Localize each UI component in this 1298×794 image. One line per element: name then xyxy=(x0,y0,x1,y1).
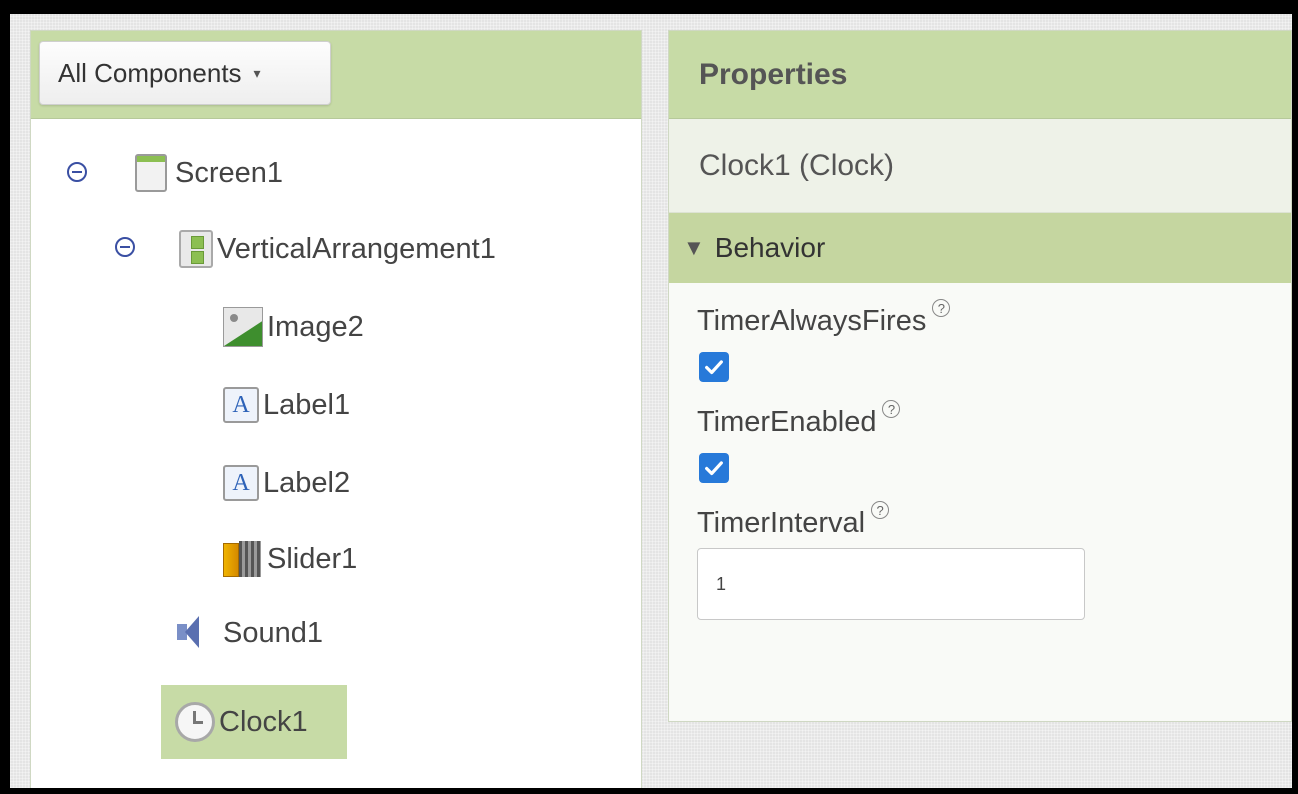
tree-item-label: Screen1 xyxy=(175,156,284,189)
property-timerinterval: TimerInterval ? xyxy=(697,501,1291,540)
slider-icon xyxy=(223,541,263,577)
property-timeralwaysfires: TimerAlwaysFires ? xyxy=(697,299,1291,338)
components-header: All Components ▾ xyxy=(31,31,641,119)
component-tree: Screen1 VerticalArrangement1 Image2 A La… xyxy=(31,119,641,788)
tree-item-sound1[interactable]: Sound1 xyxy=(175,603,323,663)
help-icon[interactable]: ? xyxy=(882,400,901,418)
chevron-down-icon: ▾ xyxy=(253,64,261,81)
help-icon[interactable]: ? xyxy=(871,501,890,519)
image-icon xyxy=(223,307,263,347)
collapse-toggle-icon[interactable] xyxy=(67,162,87,182)
help-icon[interactable]: ? xyxy=(932,299,951,317)
label-icon: A xyxy=(223,387,259,423)
app-frame: All Components ▾ Screen1 VerticalArrange… xyxy=(10,14,1292,788)
property-label: TimerInterval xyxy=(697,507,866,539)
label-icon: A xyxy=(223,465,259,501)
tree-item-label: VerticalArrangement1 xyxy=(217,232,496,265)
clock-icon xyxy=(175,702,215,742)
tree-item-label: Sound1 xyxy=(223,616,323,649)
sound-icon xyxy=(175,614,219,652)
property-label: TimerEnabled xyxy=(697,406,877,438)
collapse-toggle-icon[interactable] xyxy=(115,237,135,257)
checkmark-icon xyxy=(705,461,723,476)
screen-icon xyxy=(135,154,167,192)
checkmark-icon xyxy=(705,360,723,375)
tree-item-label: Clock1 xyxy=(219,705,308,738)
tree-item-label: Image2 xyxy=(267,310,364,343)
timerinterval-input[interactable]: 1 xyxy=(697,548,1085,620)
tree-item-label1[interactable]: A Label1 xyxy=(223,375,350,435)
tree-item-image2[interactable]: Image2 xyxy=(223,297,364,357)
collapse-triangle-icon: ▼ xyxy=(683,235,705,260)
component-title: Clock1 (Clock) xyxy=(669,119,1291,213)
all-components-dropdown[interactable]: All Components ▾ xyxy=(39,41,331,105)
components-panel: All Components ▾ Screen1 VerticalArrange… xyxy=(30,30,642,788)
dropdown-label: All Components xyxy=(58,57,242,88)
properties-header: Properties xyxy=(669,31,1291,119)
properties-panel: Properties Clock1 (Clock) ▼ Behavior Tim… xyxy=(668,30,1292,722)
tree-item-slider1[interactable]: Slider1 xyxy=(223,529,357,589)
tree-item-screen1[interactable]: Screen1 xyxy=(135,143,283,203)
vertical-arrangement-icon xyxy=(179,230,213,268)
behavior-section-header[interactable]: ▼ Behavior xyxy=(669,213,1291,283)
tree-item-verticalarrangement1[interactable]: VerticalArrangement1 xyxy=(179,219,496,279)
tree-item-clock1[interactable]: Clock1 xyxy=(161,685,347,759)
section-label: Behavior xyxy=(714,232,826,263)
property-label: TimerAlwaysFires xyxy=(697,305,927,337)
tree-item-label: Label2 xyxy=(263,466,351,499)
timeralwaysfires-checkbox[interactable] xyxy=(699,352,729,382)
tree-item-label2[interactable]: A Label2 xyxy=(223,453,350,513)
tree-item-label: Slider1 xyxy=(267,542,358,575)
properties-list: TimerAlwaysFires ? TimerEnabled ? TimerI… xyxy=(669,283,1291,620)
timerenabled-checkbox[interactable] xyxy=(699,453,729,483)
property-timerenabled: TimerEnabled ? xyxy=(697,400,1291,439)
tree-item-label: Label1 xyxy=(263,388,351,421)
